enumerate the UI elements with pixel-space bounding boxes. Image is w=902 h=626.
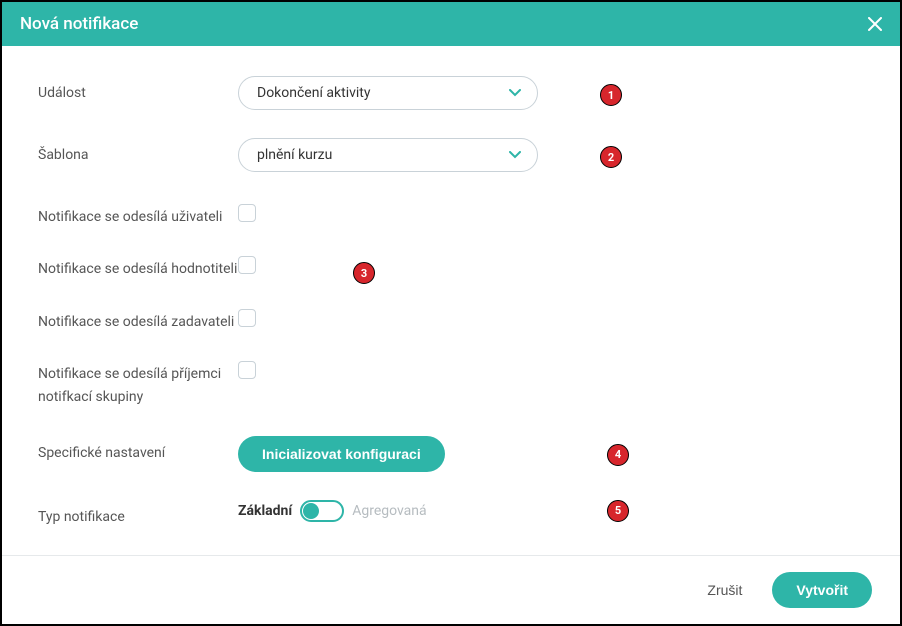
label-send-group: Notifikace se odesílá příjemci notifkací… <box>38 357 238 408</box>
label-template: Šablona <box>38 138 238 166</box>
annotation-badge: 3 <box>353 262 375 284</box>
type-option-aggregated: Agregovaná <box>352 503 426 519</box>
label-send-assigner: Notifikace se odesílá zadavateli <box>38 305 238 333</box>
type-option-basic: Základní <box>238 503 292 519</box>
label-specific: Specifické nastavení <box>38 436 238 464</box>
cancel-button[interactable]: Zrušit <box>703 574 746 606</box>
checkbox-send-assigner[interactable] <box>238 309 256 327</box>
row-type: Typ notifikace Základní Agregovaná 5 <box>38 500 864 528</box>
annotation-badge: 2 <box>600 146 622 168</box>
toggle-knob <box>303 503 319 519</box>
annotation-badge: 4 <box>607 444 629 466</box>
type-toggle[interactable] <box>300 500 344 522</box>
row-send-evaluator: Notifikace se odesílá hodnotiteli 3 <box>38 252 864 280</box>
annotation-badge: 5 <box>607 500 629 522</box>
modal-body: Událost Dokončení aktivity 1 Šablona pln… <box>2 46 900 555</box>
chevron-down-icon <box>509 151 521 159</box>
row-specific: Specifické nastavení Inicializovat konfi… <box>38 436 864 472</box>
new-notification-modal: Nová notifikace Událost Dokončení aktivi… <box>2 2 900 624</box>
modal-footer: Zrušit Vytvořit <box>2 555 900 624</box>
row-send-assigner: Notifikace se odesílá zadavateli <box>38 305 864 333</box>
annotation-badge: 1 <box>600 84 622 106</box>
select-template[interactable]: plnění kurzu <box>238 138 538 172</box>
checkbox-send-evaluator[interactable] <box>238 256 256 274</box>
select-event[interactable]: Dokončení aktivity <box>238 76 538 110</box>
row-template: Šablona plnění kurzu 2 <box>38 138 864 172</box>
select-template-value: plnění kurzu <box>257 147 332 163</box>
label-type: Typ notifikace <box>38 500 238 528</box>
row-send-group: Notifikace se odesílá příjemci notifkací… <box>38 357 864 408</box>
label-event: Událost <box>38 76 238 104</box>
create-button[interactable]: Vytvořit <box>772 572 872 608</box>
row-send-user: Notifikace se odesílá uživateli <box>38 200 864 228</box>
modal-title: Nová notifikace <box>20 14 138 34</box>
label-send-user: Notifikace se odesílá uživateli <box>38 200 238 228</box>
row-event: Událost Dokončení aktivity 1 <box>38 76 864 110</box>
select-event-value: Dokončení aktivity <box>257 85 371 101</box>
modal-header: Nová notifikace <box>2 2 900 46</box>
label-send-evaluator: Notifikace se odesílá hodnotiteli <box>38 252 238 280</box>
chevron-down-icon <box>509 89 521 97</box>
init-config-button[interactable]: Inicializovat konfiguraci <box>238 436 445 472</box>
type-toggle-wrap: Základní Agregovaná <box>238 500 427 522</box>
close-icon[interactable] <box>868 14 882 34</box>
checkbox-send-user[interactable] <box>238 204 256 222</box>
checkbox-send-group[interactable] <box>238 361 256 379</box>
